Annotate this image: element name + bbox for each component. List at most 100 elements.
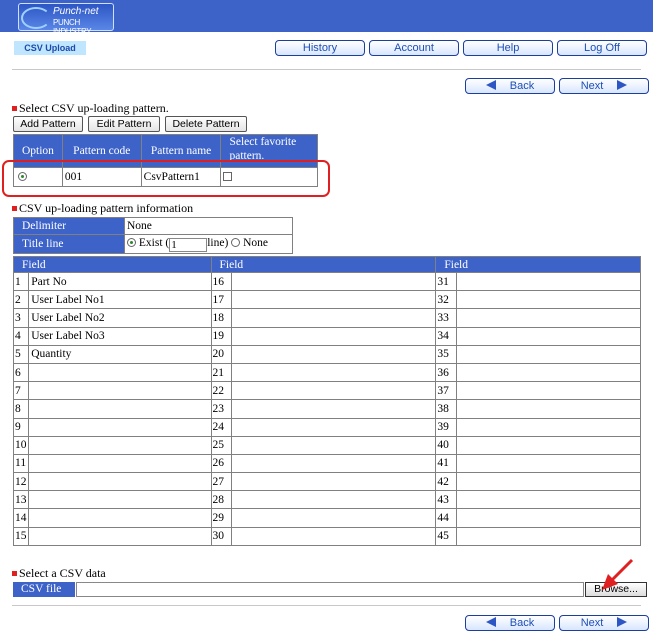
- field-value: [230, 290, 437, 310]
- field-number: 40: [435, 435, 457, 455]
- field-row: 4 User Label No3 19 34: [12, 326, 642, 346]
- field-number: 5: [12, 344, 30, 364]
- exist-radio[interactable]: [127, 237, 136, 247]
- field-number: 17: [210, 290, 232, 310]
- csv-section-heading: Select a CSV data: [12, 566, 106, 581]
- field-number: 8: [12, 399, 30, 419]
- field-value: [28, 526, 212, 546]
- field-number: 16: [210, 271, 232, 292]
- bullet-icon: [12, 106, 17, 111]
- field-value: User Label No3: [28, 326, 212, 346]
- back-button-top[interactable]: Back: [465, 78, 555, 94]
- field-row: 13 28 43: [12, 490, 642, 510]
- field-value: [230, 453, 437, 474]
- field-value: [230, 472, 437, 492]
- logo-swirl-icon: [21, 7, 51, 29]
- field-row: 12 27 42: [12, 472, 642, 492]
- field-number: 23: [210, 399, 232, 419]
- top-banner: Punch-net PUNCH INDUSTRY: [0, 0, 653, 36]
- field-value: [455, 417, 642, 437]
- field-row: 14 29 44: [12, 508, 642, 528]
- field-value: [230, 381, 437, 401]
- field-value: [28, 453, 212, 474]
- field-value: [230, 508, 437, 528]
- field-number: 4: [12, 326, 30, 346]
- logoff-button[interactable]: Log Off: [557, 40, 647, 56]
- field-number: 15: [12, 526, 30, 546]
- field-number: 9: [12, 417, 30, 437]
- field-number: 42: [435, 472, 457, 492]
- field-value: User Label No2: [28, 308, 212, 328]
- next-label: Next: [580, 80, 604, 92]
- punch-net-logo: Punch-net PUNCH INDUSTRY: [18, 3, 114, 36]
- field-value: [28, 508, 212, 528]
- field-value: User Label No1: [28, 290, 212, 310]
- field-number: 27: [210, 472, 232, 492]
- field-number: 22: [210, 381, 232, 401]
- field-number: 19: [210, 326, 232, 346]
- field-value: [230, 308, 437, 328]
- field-number: 41: [435, 453, 457, 474]
- field-value: [455, 526, 642, 546]
- account-button[interactable]: Account: [369, 40, 459, 56]
- field-value: [455, 435, 642, 455]
- csv-heading-text: Select a CSV data: [19, 566, 106, 580]
- field-number: 24: [210, 417, 232, 437]
- field-number: 39: [435, 417, 457, 437]
- field-value: [455, 326, 642, 346]
- field-row: 3 User Label No2 18 33: [12, 308, 642, 328]
- field-number: 18: [210, 308, 232, 328]
- field-number: 28: [210, 490, 232, 510]
- field-number: 37: [435, 381, 457, 401]
- field-value: [230, 271, 437, 292]
- field-value: [455, 308, 642, 328]
- field-value: [28, 362, 212, 383]
- field-number: 35: [435, 344, 457, 364]
- csv-file-label: CSV file: [13, 582, 75, 597]
- bullet-icon: [12, 206, 17, 211]
- arrow-left-icon: [485, 617, 496, 627]
- field-number: 31: [435, 271, 457, 292]
- field-value: [28, 435, 212, 455]
- next-button-bottom[interactable]: Next: [559, 615, 649, 631]
- back-button-bottom[interactable]: Back: [465, 615, 555, 631]
- field-number: 10: [12, 435, 30, 455]
- title-line-label: Title line: [13, 234, 125, 254]
- add-pattern-button[interactable]: Add Pattern: [13, 116, 83, 132]
- field-number: 45: [435, 526, 457, 546]
- history-button[interactable]: History: [275, 40, 365, 56]
- field-value: [230, 399, 437, 419]
- field-value: [230, 326, 437, 346]
- field-row: 15 30 45: [12, 526, 642, 546]
- field-value: [230, 362, 437, 383]
- none-radio[interactable]: [231, 237, 241, 247]
- edit-pattern-button[interactable]: Edit Pattern: [88, 116, 160, 132]
- field-value: Quantity: [28, 344, 212, 364]
- delimiter-value: None: [124, 217, 293, 235]
- field-value: [28, 399, 212, 419]
- csv-file-input[interactable]: [76, 582, 584, 597]
- field-row: 2 User Label No1 17 32: [12, 290, 642, 310]
- field-number: 34: [435, 326, 457, 346]
- field-value: [28, 472, 212, 492]
- field-number: 11: [12, 453, 30, 474]
- back-label: Back: [509, 80, 535, 92]
- field-value: [455, 508, 642, 528]
- field-value: [455, 290, 642, 310]
- field-number: 13: [12, 490, 30, 510]
- field-header-1: Field: [13, 256, 212, 273]
- delete-pattern-button[interactable]: Delete Pattern: [165, 116, 247, 132]
- help-button[interactable]: Help: [463, 40, 553, 56]
- field-number: 33: [435, 308, 457, 328]
- field-value: [230, 417, 437, 437]
- next-label: Next: [580, 617, 604, 629]
- field-number: 21: [210, 362, 232, 383]
- field-number: 1: [12, 271, 30, 292]
- back-label: Back: [509, 617, 535, 629]
- next-button-top[interactable]: Next: [559, 78, 649, 94]
- title-lines-input[interactable]: 1: [169, 237, 208, 252]
- field-row: 6 21 36: [12, 362, 642, 383]
- field-number: 26: [210, 453, 232, 474]
- logo-line1: Punch-net: [53, 6, 99, 17]
- field-row: 9 24 39: [12, 417, 642, 437]
